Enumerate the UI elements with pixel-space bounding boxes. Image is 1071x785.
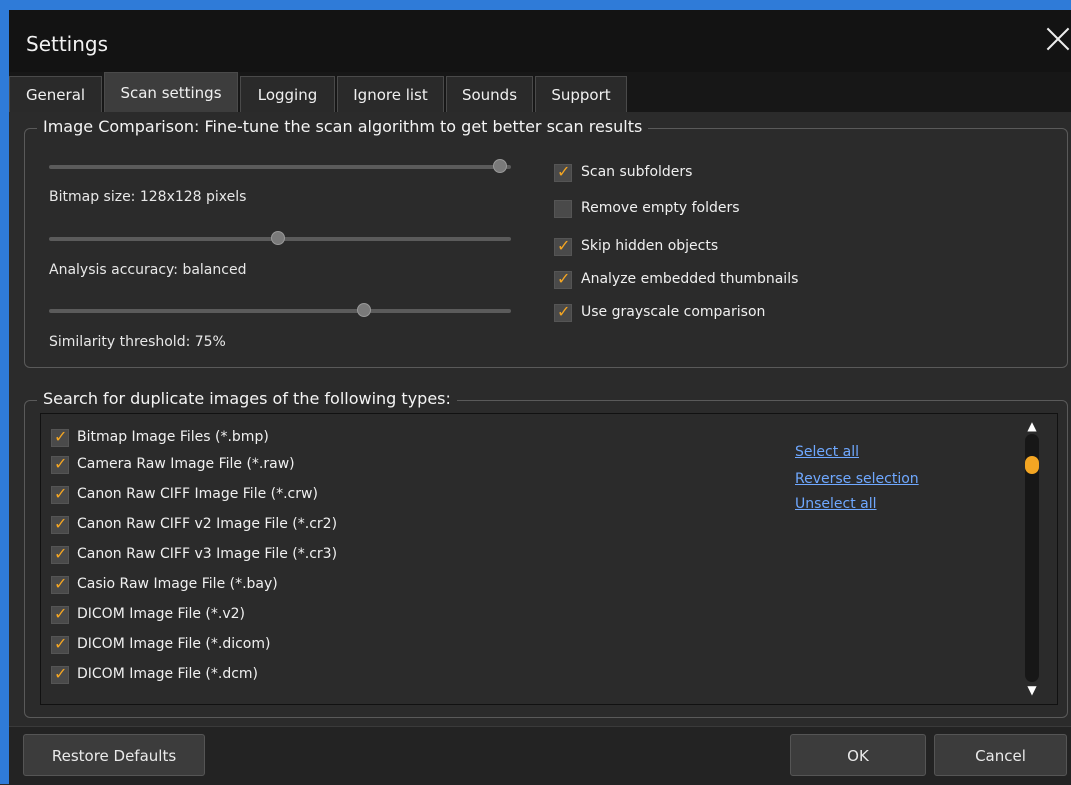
ok-button[interactable]: OK [790,734,926,776]
settings-window: Settings General Scan settings Logging I… [9,10,1071,785]
file-type-checkbox[interactable] [51,604,69,624]
use-grayscale-comparison-checkbox[interactable] [554,302,572,322]
title-bar: Settings [9,10,1071,72]
file-type-checkbox[interactable] [51,514,69,534]
similarity-threshold-slider[interactable] [49,303,511,317]
tab-sounds[interactable]: Sounds [446,76,533,112]
tab-scan-settings[interactable]: Scan settings [104,72,238,112]
scan-subfolders-label: Scan subfolders [581,164,693,180]
analyze-embedded-thumbnails-label: Analyze embedded thumbnails [581,271,799,287]
tab-support[interactable]: Support [535,76,627,112]
file-type-label: Canon Raw CIFF Image File (*.crw) [77,486,318,502]
unselect-all-link[interactable]: Unselect all [795,496,877,512]
remove-empty-folders-checkbox[interactable] [554,200,572,218]
close-icon[interactable] [1045,26,1071,52]
scroll-down-arrow-icon[interactable]: ▼ [1020,682,1044,698]
restore-defaults-button[interactable]: Restore Defaults [23,734,205,776]
scrollbar-thumb[interactable] [1025,456,1039,474]
tab-bar: General Scan settings Logging Ignore lis… [9,72,1071,112]
file-type-label: Bitmap Image Files (*.bmp) [77,429,269,445]
image-comparison-legend: Image Comparison: Fine-tune the scan alg… [37,117,649,136]
image-comparison-group: Image Comparison: Fine-tune the scan alg… [24,117,1068,368]
file-types-scrollbar[interactable]: ▲ ▼ [1020,418,1044,698]
file-type-label: DICOM Image File (*.dcm) [77,666,259,682]
file-types-legend: Search for duplicate images of the follo… [37,389,457,408]
file-type-label: Canon Raw CIFF v3 Image File (*.cr3) [77,546,338,562]
bitmap-size-label: Bitmap size: 128x128 pixels [49,189,247,205]
file-type-checkbox[interactable] [51,664,69,684]
file-types-list[interactable]: Bitmap Image Files (*.bmp) Camera Raw Im… [40,413,1058,705]
file-type-label: DICOM Image File (*.v2) [77,606,245,622]
tab-ignore-list[interactable]: Ignore list [337,76,444,112]
analysis-accuracy-label: Analysis accuracy: balanced [49,262,247,278]
tab-general[interactable]: General [9,76,102,112]
file-type-label: Casio Raw Image File (*.bay) [77,576,278,592]
scan-subfolders-checkbox[interactable] [554,162,572,182]
bitmap-size-slider[interactable] [49,159,511,173]
scroll-up-arrow-icon[interactable]: ▲ [1020,418,1044,434]
similarity-threshold-label: Similarity threshold: 75% [49,334,226,350]
skip-hidden-objects-checkbox[interactable] [554,236,572,256]
window-border-left [0,0,9,784]
skip-hidden-objects-label: Skip hidden objects [581,238,719,254]
file-type-label: Camera Raw Image File (*.raw) [77,456,295,472]
file-type-checkbox[interactable] [51,427,69,447]
file-type-label: Canon Raw CIFF v2 Image File (*.cr2) [77,516,338,532]
window-title: Settings [26,32,109,56]
file-type-checkbox[interactable] [51,484,69,504]
file-type-checkbox[interactable] [51,574,69,594]
file-type-checkbox[interactable] [51,544,69,564]
bitmap-size-thumb[interactable] [493,159,507,173]
analysis-accuracy-slider[interactable] [49,231,511,245]
select-all-link[interactable]: Select all [795,444,859,460]
tab-logging[interactable]: Logging [240,76,335,112]
cancel-button[interactable]: Cancel [934,734,1067,776]
bottom-button-bar: Restore Defaults OK Cancel [9,726,1071,785]
file-type-checkbox[interactable] [51,634,69,654]
file-type-label: DICOM Image File (*.dicom) [77,636,271,652]
reverse-selection-link[interactable]: Reverse selection [795,471,919,487]
file-type-checkbox[interactable] [51,454,69,474]
use-grayscale-comparison-label: Use grayscale comparison [581,304,766,320]
analyze-embedded-thumbnails-checkbox[interactable] [554,269,572,289]
similarity-threshold-thumb[interactable] [357,303,371,317]
analysis-accuracy-thumb[interactable] [271,231,285,245]
window-border-top [0,0,1071,10]
remove-empty-folders-label: Remove empty folders [581,200,740,216]
